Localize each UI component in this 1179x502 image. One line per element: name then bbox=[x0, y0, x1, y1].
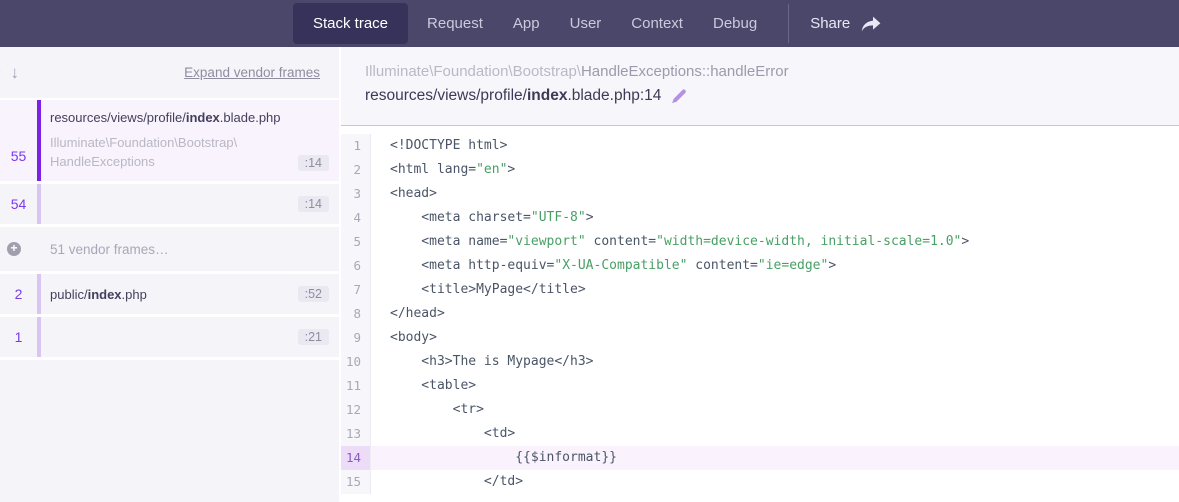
code-text: <body> bbox=[371, 326, 437, 350]
line-number: 12 bbox=[341, 398, 371, 422]
line-number: 13 bbox=[341, 422, 371, 446]
line-number: 1 bbox=[341, 134, 371, 158]
tab-request[interactable]: Request bbox=[412, 0, 498, 47]
line-number: 5 bbox=[341, 230, 371, 254]
code-line-3[interactable]: 3<head> bbox=[341, 182, 1179, 206]
stack-frames-sidebar: ↑ ↓ Expand vendor frames 55resources/vie… bbox=[0, 47, 341, 502]
expand-plus-icon: + bbox=[7, 242, 21, 256]
line-number: 15 bbox=[341, 470, 371, 494]
code-text: <html lang="en"> bbox=[371, 158, 515, 182]
frames-list: 55resources/views/profile/index.blade.ph… bbox=[0, 100, 339, 360]
frame-class-row: Illuminate\Foundation\Bootstrap\HandleEx… bbox=[50, 125, 329, 171]
frame-number: 2 bbox=[0, 274, 37, 314]
share-label: Share bbox=[810, 15, 850, 32]
frame-file-path: resources/views/profile/index.blade.php bbox=[50, 110, 329, 125]
line-number: 14 bbox=[341, 446, 371, 470]
vendor-frames-toggle[interactable]: +51 vendor frames… bbox=[0, 227, 339, 274]
frame-class-name: Illuminate\Foundation\Bootstrap\HandleEx… bbox=[50, 133, 237, 171]
frame-number: 1 bbox=[0, 317, 37, 357]
code-text: {{$informat}} bbox=[371, 446, 617, 470]
frame-details: public/index.php :52 bbox=[41, 274, 339, 314]
code-line-14[interactable]: 14 {{$informat}} bbox=[341, 446, 1179, 470]
tab-user[interactable]: User bbox=[555, 0, 617, 47]
line-number: 4 bbox=[341, 206, 371, 230]
frame-detail-header: Illuminate\Foundation\Bootstrap\HandleEx… bbox=[341, 47, 1179, 125]
method-fqcn: Illuminate\Foundation\Bootstrap\HandleEx… bbox=[365, 63, 1179, 80]
code-text: <meta name="viewport" content="width=dev… bbox=[371, 230, 969, 254]
frame-details: :21 bbox=[41, 317, 339, 357]
code-line-8[interactable]: 8</head> bbox=[341, 302, 1179, 326]
line-number: 6 bbox=[341, 254, 371, 278]
line-number-badge: :14 bbox=[298, 155, 329, 171]
top-navbar: Stack traceRequestAppUserContextDebug Sh… bbox=[0, 0, 1179, 47]
tab-bar: Stack traceRequestAppUserContextDebug bbox=[293, 0, 772, 47]
code-line-2[interactable]: 2<html lang="en"> bbox=[341, 158, 1179, 182]
code-text: <h3>The is Mypage</h3> bbox=[371, 350, 594, 374]
line-number: 11 bbox=[341, 374, 371, 398]
line-number: 10 bbox=[341, 350, 371, 374]
code-text: <head> bbox=[371, 182, 437, 206]
code-line-11[interactable]: 11 <table> bbox=[341, 374, 1179, 398]
method-namespace: Illuminate\Foundation\Bootstrap\ bbox=[365, 63, 581, 80]
code-line-10[interactable]: 10 <h3>The is Mypage</h3> bbox=[341, 350, 1179, 374]
main-panel: Illuminate\Foundation\Bootstrap\HandleEx… bbox=[341, 47, 1179, 502]
tab-stack-trace[interactable]: Stack trace bbox=[293, 3, 408, 44]
code-line-9[interactable]: 9<body> bbox=[341, 326, 1179, 350]
code-line-6[interactable]: 6 <meta http-equiv="X-UA-Compatible" con… bbox=[341, 254, 1179, 278]
line-number: 2 bbox=[341, 158, 371, 182]
next-frame-icon[interactable]: ↓ bbox=[11, 64, 20, 81]
code-text: <tr> bbox=[371, 398, 484, 422]
tab-debug[interactable]: Debug bbox=[698, 0, 772, 47]
line-number: 7 bbox=[341, 278, 371, 302]
code-text: <table> bbox=[371, 374, 476, 398]
code-line-12[interactable]: 12 <tr> bbox=[341, 398, 1179, 422]
method-name: HandleExceptions::handleError bbox=[581, 63, 789, 80]
stack-frame-2[interactable]: 2 public/index.php :52 bbox=[0, 274, 339, 317]
code-text: <title>MyPage</title> bbox=[371, 278, 586, 302]
frame-details: resources/views/profile/index.blade.php I… bbox=[41, 100, 339, 181]
frame-file-path: public/index.php bbox=[50, 287, 147, 302]
code-line-15[interactable]: 15 </td> bbox=[341, 470, 1179, 494]
stack-frame-55[interactable]: 55resources/views/profile/index.blade.ph… bbox=[0, 100, 339, 184]
code-line-13[interactable]: 13 <td> bbox=[341, 422, 1179, 446]
vendor-frames-label: 51 vendor frames… bbox=[50, 242, 169, 257]
line-number-badge: :52 bbox=[298, 286, 329, 302]
frame-number: 54 bbox=[0, 184, 37, 224]
code-text: <meta charset="UTF-8"> bbox=[371, 206, 594, 230]
code-text: </td> bbox=[371, 470, 523, 494]
frame-details: :14 bbox=[41, 184, 339, 224]
edit-pencil-icon[interactable] bbox=[670, 88, 687, 105]
stack-frame-1[interactable]: 1 :21 bbox=[0, 317, 339, 360]
code-snippet: 1<!DOCTYPE html>2<html lang="en">3<head>… bbox=[341, 125, 1179, 502]
stack-frame-54[interactable]: 54 :14 bbox=[0, 184, 339, 227]
share-icon bbox=[860, 16, 882, 32]
previous-frame-icon[interactable]: ↑ bbox=[0, 64, 3, 81]
share-button[interactable]: Share bbox=[810, 0, 882, 47]
line-number-badge: :21 bbox=[298, 329, 329, 345]
expand-vendor-frames-link[interactable]: Expand vendor frames bbox=[184, 65, 320, 80]
navbar-divider bbox=[788, 4, 789, 43]
code-text: </head> bbox=[371, 302, 445, 326]
code-text: <!DOCTYPE html> bbox=[371, 134, 507, 158]
line-number-badge: :14 bbox=[298, 196, 329, 212]
sidebar-header: ↑ ↓ Expand vendor frames bbox=[0, 47, 339, 100]
code-text: <td> bbox=[371, 422, 515, 446]
code-text: <meta http-equiv="X-UA-Compatible" conte… bbox=[371, 254, 836, 278]
code-line-1[interactable]: 1<!DOCTYPE html> bbox=[341, 134, 1179, 158]
tab-app[interactable]: App bbox=[498, 0, 555, 47]
file-path: resources/views/profile/index.blade.php:… bbox=[365, 87, 661, 105]
tab-context[interactable]: Context bbox=[616, 0, 698, 47]
line-number: 8 bbox=[341, 302, 371, 326]
frame-number: 55 bbox=[0, 100, 37, 181]
line-number: 3 bbox=[341, 182, 371, 206]
code-line-4[interactable]: 4 <meta charset="UTF-8"> bbox=[341, 206, 1179, 230]
line-number: 9 bbox=[341, 326, 371, 350]
file-path-line: resources/views/profile/index.blade.php:… bbox=[365, 87, 1179, 105]
code-line-5[interactable]: 5 <meta name="viewport" content="width=d… bbox=[341, 230, 1179, 254]
code-line-7[interactable]: 7 <title>MyPage</title> bbox=[341, 278, 1179, 302]
error-page: Stack traceRequestAppUserContextDebug Sh… bbox=[0, 0, 1179, 502]
content-area: ↑ ↓ Expand vendor frames 55resources/vie… bbox=[0, 47, 1179, 502]
